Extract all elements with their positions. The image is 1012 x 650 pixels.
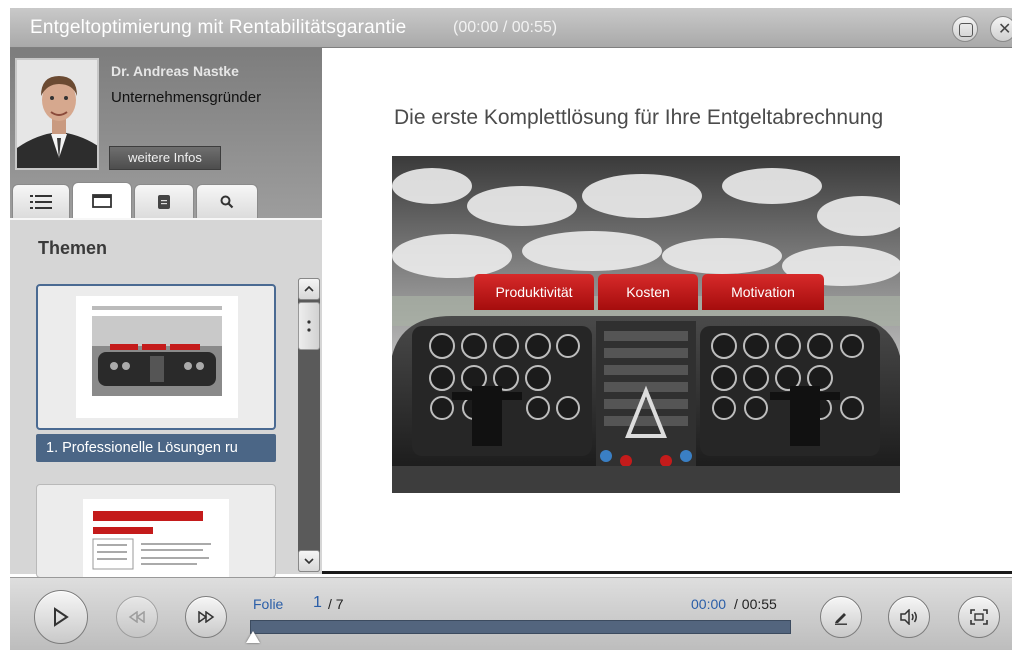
slide-title: Die erste Komplettlösung für Ihre Entgel… (394, 106, 884, 129)
progress-bar[interactable] (250, 620, 791, 634)
speaker-icon (900, 609, 917, 625)
tab-outline[interactable] (12, 184, 70, 218)
list-icon (30, 194, 52, 209)
pen-button[interactable] (820, 596, 862, 638)
window-title: Entgeltoptimierung mit Rentabilitätsgara… (30, 17, 407, 38)
thumbnail-preview (76, 296, 238, 418)
play-button[interactable] (34, 590, 88, 644)
scroll-up-button[interactable] (298, 278, 320, 300)
progress-handle[interactable] (246, 631, 260, 643)
close-icon: ✕ (998, 21, 1012, 38)
grip-icon (307, 320, 311, 332)
search-icon (220, 195, 234, 208)
fullscreen-icon (970, 609, 988, 625)
category-productivity: Produktivität (474, 274, 594, 310)
time-total: / 00:55 (734, 596, 777, 612)
notes-icon (158, 194, 170, 209)
fullscreen-button[interactable] (958, 596, 1000, 638)
slide-counter-current: 1 (313, 594, 322, 611)
presentation-player: Entgeltoptimierung mit Rentabilitätsgara… (0, 0, 1012, 650)
rewind-icon (128, 611, 145, 623)
playback-controls: Folie 1 / 7 00:00 / 00:55 (10, 577, 1012, 650)
pen-icon (835, 613, 847, 625)
scroll-thumb[interactable] (298, 302, 320, 350)
tab-search[interactable] (196, 184, 258, 218)
chevron-down-icon (304, 558, 314, 565)
chevron-up-icon (304, 285, 314, 292)
presenter-avatar (15, 58, 99, 170)
presenter-panel: Dr. Andreas Nastke Unternehmensgründer w… (10, 48, 322, 218)
slide-thumbnail-2[interactable] (36, 484, 276, 579)
presenter-name: Dr. Andreas Nastke (111, 63, 239, 79)
slide-counter-total: / 7 (328, 596, 344, 612)
volume-button[interactable] (888, 596, 930, 638)
category-costs: Kosten (598, 274, 698, 310)
slide-area: Die erste Komplettlösung für Ihre Entgel… (322, 48, 1012, 574)
minimize-button[interactable] (952, 16, 978, 42)
scroll-down-button[interactable] (298, 550, 320, 572)
slide-counter-label: Folie (253, 596, 284, 612)
more-info-button[interactable]: weitere Infos (109, 146, 221, 170)
previous-slide-button[interactable] (116, 596, 158, 638)
sidebar: Dr. Andreas Nastke Unternehmensgründer w… (10, 48, 322, 579)
close-button[interactable]: ✕ (990, 16, 1012, 42)
fast-forward-icon (198, 611, 215, 623)
cockpit-image: Produktivität Kosten Motivation (392, 156, 900, 493)
title-bar: Entgeltoptimierung mit Rentabilitätsgara… (10, 8, 1012, 48)
slide-thumbnail-1[interactable] (36, 284, 276, 430)
tab-notes[interactable] (134, 184, 194, 218)
slide-icon (92, 193, 112, 208)
themes-title: Themen (38, 238, 108, 258)
tab-slides[interactable] (72, 182, 132, 218)
themes-panel: Themen 1. Professionelle Lösungen ru (10, 218, 322, 579)
category-motivation: Motivation (702, 274, 824, 310)
slide-thumbnail-1-label[interactable]: 1. Professionelle Lösungen ru (36, 434, 276, 462)
window-time: (00:00 / 00:55) (453, 19, 558, 36)
time-current: 00:00 (691, 596, 727, 612)
thumbnail-preview (83, 499, 229, 579)
next-slide-button[interactable] (185, 596, 227, 638)
thumbnail-scrollbar[interactable] (298, 278, 320, 572)
presenter-role: Unternehmensgründer (111, 89, 262, 106)
play-icon (54, 607, 69, 627)
